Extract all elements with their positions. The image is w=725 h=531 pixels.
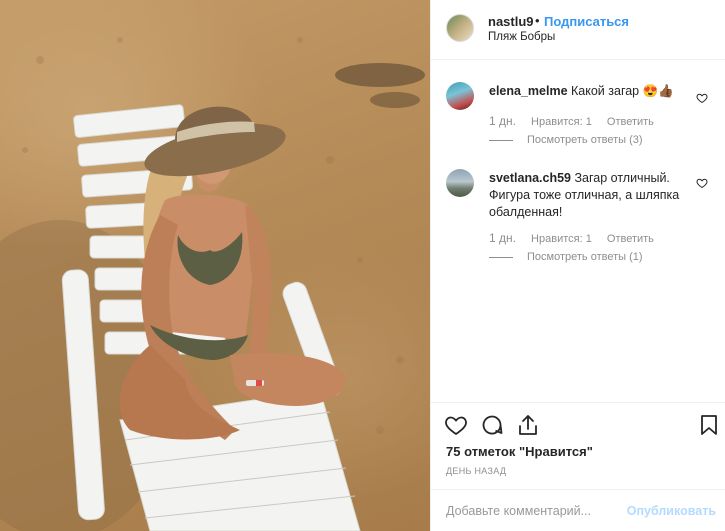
post-action-bar [431, 402, 725, 446]
commenter-avatar[interactable] [446, 82, 474, 110]
comment-time[interactable]: 1 дн. [489, 231, 516, 245]
reply-button[interactable]: Ответить [607, 233, 654, 245]
view-replies-label: Посмотреть ответы (3) [527, 134, 643, 146]
comment-body: elena_melme Какой загар 😍👍🏾 [489, 83, 689, 100]
comment-icon[interactable] [480, 413, 504, 437]
comment-item: svetlana.ch59 Загар отличный. Фигура тож… [431, 165, 725, 275]
follow-button[interactable]: Подписаться [544, 14, 629, 29]
commenter-username[interactable]: svetlana.ch59 [489, 171, 571, 185]
post-photo[interactable] [0, 0, 430, 531]
post-location[interactable]: Пляж Бобры [488, 31, 555, 43]
add-comment-bar: Добавьте комментарий... Опубликовать [431, 489, 725, 531]
likes-count[interactable]: 75 отметок "Нравится" [446, 444, 593, 459]
commenter-avatar[interactable] [446, 169, 474, 197]
commenter-username[interactable]: elena_melme [489, 84, 568, 98]
author-avatar[interactable] [446, 14, 474, 42]
view-replies-button[interactable]: Посмотреть ответы (3) [489, 134, 643, 146]
post-comment-button[interactable]: Опубликовать [627, 504, 716, 518]
comment-meta: 1 дн. Нравится: 1 Ответить [489, 114, 666, 128]
comment-likes[interactable]: Нравится: 1 [531, 233, 592, 245]
photo-illustration [0, 37, 425, 531]
comment-input[interactable]: Добавьте комментарий... [446, 504, 591, 518]
post-header: nastlu9 • Подписаться Пляж Бобры [431, 0, 725, 60]
comment-text: Какой загар 😍👍🏾 [571, 84, 674, 98]
comment-likes[interactable]: Нравится: 1 [531, 116, 592, 128]
post-side-panel: nastlu9 • Подписаться Пляж Бобры elena_m… [430, 0, 725, 531]
comment-like-heart-icon[interactable] [696, 177, 708, 189]
comment-time[interactable]: 1 дн. [489, 114, 516, 128]
view-replies-button[interactable]: Посмотреть ответы (1) [489, 251, 643, 263]
woman-figure [119, 106, 346, 440]
comment-item: elena_melme Какой загар 😍👍🏾 1 дн. Нравит… [431, 78, 725, 158]
view-replies-label: Посмотреть ответы (1) [527, 251, 643, 263]
author-username[interactable]: nastlu9 [488, 14, 534, 29]
share-icon[interactable] [516, 413, 540, 437]
comment-like-heart-icon[interactable] [696, 92, 708, 104]
comment-meta: 1 дн. Нравится: 1 Ответить [489, 231, 666, 245]
separator-dot: • [535, 13, 540, 28]
post-time-ago[interactable]: ДЕНЬ НАЗАД [446, 466, 506, 476]
replies-divider-line [489, 256, 513, 258]
replies-divider-line [489, 139, 513, 141]
bookmark-icon[interactable] [697, 413, 721, 437]
heart-icon[interactable] [444, 413, 468, 437]
reply-button[interactable]: Ответить [607, 116, 654, 128]
comment-body: svetlana.ch59 Загар отличный. Фигура тож… [489, 170, 689, 221]
